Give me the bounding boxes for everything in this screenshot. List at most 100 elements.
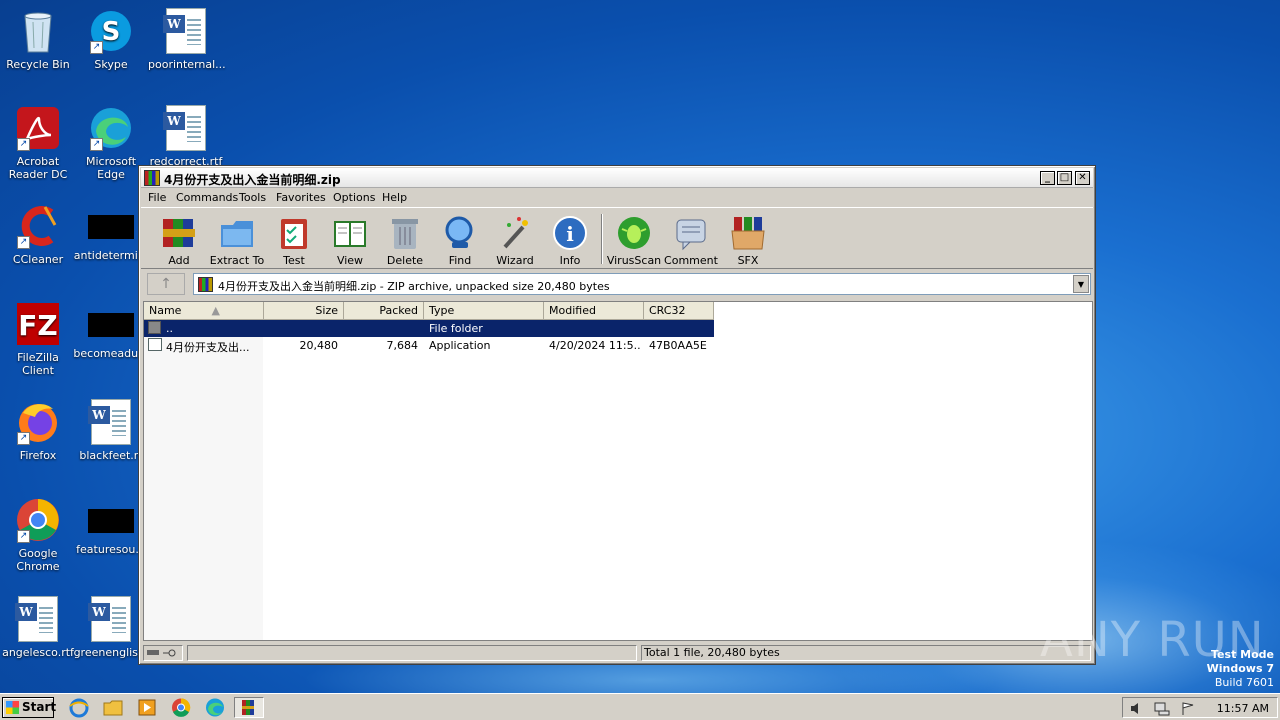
- view-label: View: [336, 254, 364, 267]
- add-label: Add: [168, 254, 190, 267]
- minimize-button[interactable]: _: [1040, 171, 1055, 185]
- table-row[interactable]: .. File folder: [144, 320, 1094, 337]
- column-header-modified[interactable]: Modified: [544, 302, 644, 320]
- view-button[interactable]: View: [321, 212, 379, 267]
- desktop-icon-acrobat[interactable]: ↗ Acrobat Reader DC: [0, 105, 76, 181]
- view-book-icon: [332, 215, 368, 251]
- menu-help[interactable]: Help: [382, 191, 407, 204]
- desktop-icon-label: Recycle Bin: [6, 58, 70, 71]
- menu-file[interactable]: File: [148, 191, 166, 204]
- firefox-icon: ↗: [15, 399, 61, 445]
- explorer-icon[interactable]: [102, 697, 124, 718]
- table-row[interactable]: 4月份开支及出... 20,480 7,684 Application 4/20…: [144, 337, 1094, 354]
- row-name: 4月份开支及出...: [166, 341, 250, 354]
- desktop-icon-skype[interactable]: S ↗ Skype: [73, 8, 149, 71]
- winrar-taskbar-button[interactable]: [234, 697, 264, 718]
- toolbar: Add Extract To Test View Delete Find Wiz…: [141, 207, 1093, 269]
- chrome-icon: ↗: [15, 497, 61, 543]
- add-button[interactable]: Add: [150, 212, 208, 267]
- recycle-bin-icon: [15, 8, 61, 54]
- desktop-icon-angelesco[interactable]: W angelesco.rtf: [0, 596, 76, 659]
- shortcut-arrow-icon: ↗: [90, 41, 103, 54]
- bug-icon: [616, 215, 652, 251]
- desktop-icon-label: Acrobat Reader DC: [8, 155, 68, 181]
- shortcut-arrow-icon: ↗: [17, 138, 30, 151]
- delete-button[interactable]: Delete: [376, 212, 434, 267]
- clock[interactable]: 11:57 AM: [1217, 702, 1269, 715]
- desktop-icon-filezilla[interactable]: FZ FileZilla Client: [0, 301, 76, 377]
- sfx-label: SFX: [737, 254, 759, 267]
- wizard-label: Wizard: [496, 254, 534, 267]
- up-button[interactable]: ↑: [147, 273, 185, 295]
- row-type: Application: [429, 339, 491, 352]
- desktop-icon-chrome[interactable]: ↗ Google Chrome: [0, 497, 76, 573]
- title-bar[interactable]: 4月份开支及出入金当前明细.zip _ □ ✕: [141, 168, 1093, 188]
- row-name: ..: [166, 322, 173, 335]
- system-tray: 11:57 AM: [1122, 697, 1278, 718]
- column-header-packed[interactable]: Packed: [344, 302, 424, 320]
- wizard-button[interactable]: Wizard: [486, 212, 544, 267]
- address-field[interactable]: 4月份开支及出入金当前明细.zip - ZIP archive, unpacke…: [193, 273, 1091, 295]
- desktop-icon-redcorrect[interactable]: W redcorrect.rtf: [148, 105, 224, 168]
- menu-options[interactable]: Options: [333, 191, 375, 204]
- media-player-icon[interactable]: [136, 697, 158, 718]
- desktop-icon-firefox[interactable]: ↗ Firefox: [0, 399, 76, 462]
- file-list[interactable]: Name ▲ Size Packed Type Modified CRC32 ..…: [143, 301, 1093, 641]
- test-button[interactable]: Test: [265, 212, 323, 267]
- address-bar: ↑ 4月份开支及出入金当前明细.zip - ZIP archive, unpac…: [141, 271, 1093, 297]
- svg-text:i: i: [566, 222, 574, 246]
- extract-to-label: Extract To: [209, 254, 265, 267]
- desktop-icon-label: FileZilla Client: [17, 351, 59, 377]
- menu-commands[interactable]: Commands: [176, 191, 238, 204]
- winrar-icon: [242, 700, 254, 715]
- start-label: Start: [22, 700, 57, 714]
- menu-favorites[interactable]: Favorites: [276, 191, 326, 204]
- column-header-type[interactable]: Type: [424, 302, 544, 320]
- delete-label: Delete: [386, 254, 424, 267]
- desktop-icon-label: Google Chrome: [16, 547, 60, 573]
- skype-icon: S ↗: [88, 8, 134, 54]
- column-header-name[interactable]: Name ▲: [144, 302, 264, 320]
- extract-folder-icon: [219, 215, 255, 251]
- desktop-icon-label: Skype: [94, 58, 128, 71]
- desktop-icon-ccleaner[interactable]: ↗ CCleaner: [0, 203, 76, 266]
- ie-icon[interactable]: [68, 697, 90, 718]
- info-icon: i: [552, 215, 588, 251]
- magnifier-icon: [442, 215, 478, 251]
- acrobat-icon: ↗: [15, 105, 61, 151]
- maximize-button[interactable]: □: [1057, 171, 1072, 185]
- comment-label: Comment: [664, 254, 718, 267]
- edge-icon[interactable]: [204, 697, 226, 718]
- extract-to-button[interactable]: Extract To: [208, 212, 266, 267]
- virusscan-button[interactable]: VirusScan: [605, 212, 663, 267]
- test-label: Test: [283, 254, 305, 267]
- chevron-down-icon[interactable]: ▼: [1073, 275, 1089, 293]
- desktop-icon-label: angelesco.rtf: [2, 646, 74, 659]
- desktop-icon-recycle-bin[interactable]: Recycle Bin: [0, 8, 76, 71]
- row-crc: 47B0AA5E: [649, 339, 707, 352]
- drive-key-icon[interactable]: [143, 645, 183, 661]
- chrome-icon[interactable]: [170, 697, 192, 718]
- menu-bar: File Commands Tools Favorites Options He…: [141, 189, 1093, 207]
- comment-button[interactable]: Comment: [662, 212, 720, 267]
- tray-icons[interactable]: [1129, 701, 1209, 716]
- desktop-icon-poorinternal[interactable]: W poorinternal...: [148, 8, 226, 71]
- info-button[interactable]: i Info: [541, 212, 599, 267]
- sfx-button[interactable]: SFX: [719, 212, 777, 267]
- desktop-icon-label: poorinternal...: [148, 58, 226, 71]
- taskbar: Start 11:57 AM: [0, 693, 1280, 720]
- close-button[interactable]: ✕: [1075, 171, 1090, 185]
- windows-flag-icon: [6, 701, 19, 714]
- column-header-size[interactable]: Size: [264, 302, 344, 320]
- find-button[interactable]: Find: [431, 212, 489, 267]
- toolbar-separator: [601, 214, 603, 264]
- column-header-crc32[interactable]: CRC32: [644, 302, 714, 320]
- redacted-icon: [88, 509, 134, 533]
- svg-text:S: S: [102, 17, 121, 47]
- virusscan-label: VirusScan: [606, 254, 662, 267]
- menu-tools[interactable]: Tools: [239, 191, 266, 204]
- build-text: Build 7601: [1214, 676, 1274, 689]
- up-arrow-icon: ↑: [160, 276, 172, 292]
- redacted-icon: [88, 215, 134, 239]
- start-button[interactable]: Start: [2, 697, 57, 718]
